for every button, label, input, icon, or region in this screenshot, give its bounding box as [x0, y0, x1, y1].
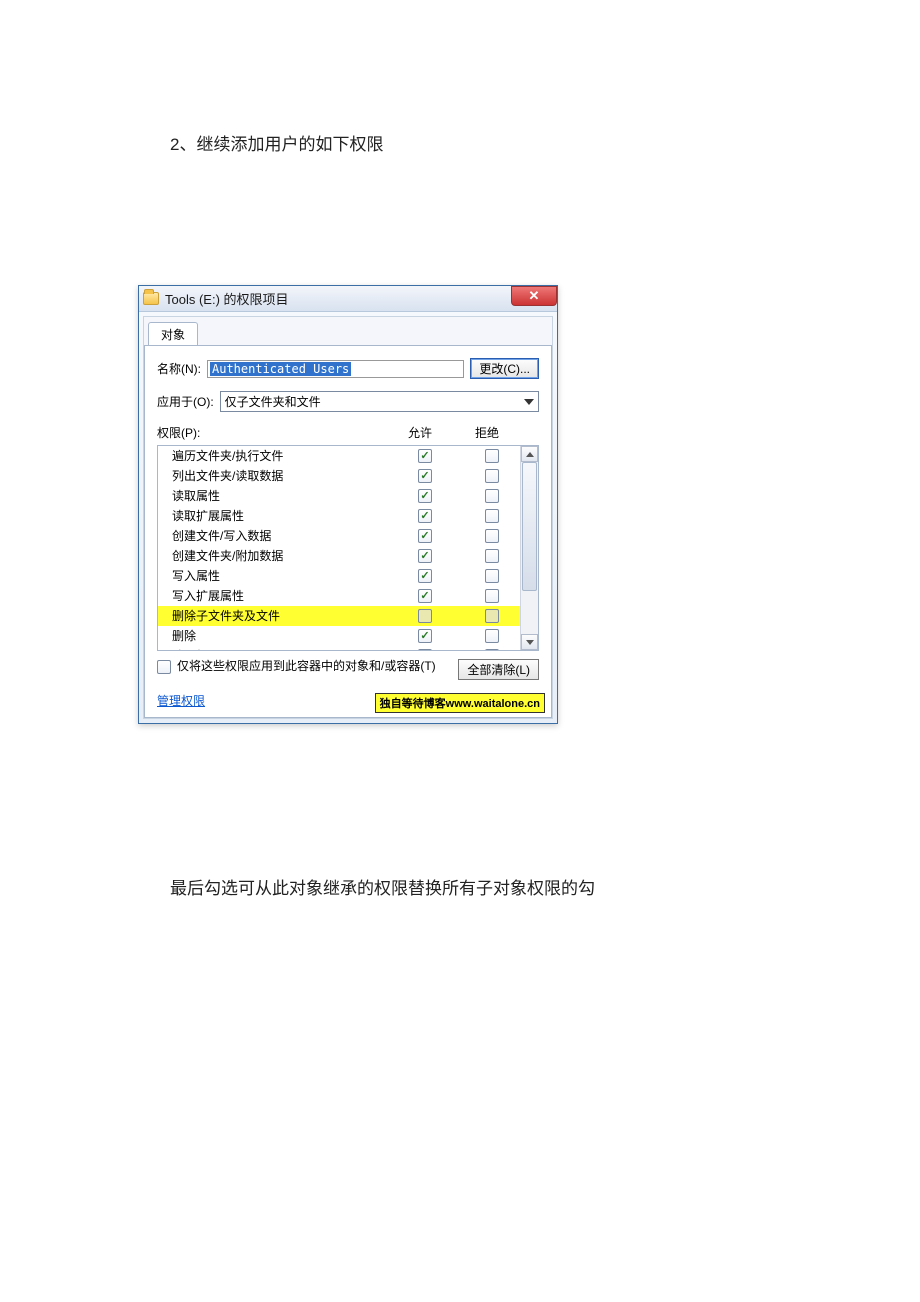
- name-value-selected: Authenticated Users: [210, 362, 351, 376]
- permission-name: 创建文件/写入数据: [172, 527, 386, 545]
- below-permissions-row: 仅将这些权限应用到此容器中的对象和/或容器(T) 全部清除(L): [157, 659, 539, 680]
- apply-to-row: 应用于(O): 仅子文件夹和文件: [157, 391, 539, 412]
- change-button[interactable]: 更改(C)...: [470, 358, 539, 379]
- deny-checkbox[interactable]: [485, 509, 499, 523]
- scrollbar[interactable]: [520, 446, 538, 650]
- column-deny: 拒绝: [459, 424, 515, 441]
- allow-checkbox[interactable]: [418, 569, 432, 583]
- column-allow: 允许: [381, 424, 459, 441]
- apply-only-label: 仅将这些权限应用到此容器中的对象和/或容器(T): [177, 659, 436, 673]
- permission-row: 读取扩展属性: [158, 506, 520, 526]
- deny-checkbox[interactable]: [485, 649, 499, 650]
- permissions-header: 权限(P): 允许 拒绝: [157, 424, 539, 443]
- name-row: 名称(N): Authenticated Users 更改(C)...: [157, 358, 539, 379]
- clear-all-button[interactable]: 全部清除(L): [458, 659, 539, 680]
- allow-checkbox[interactable]: [418, 609, 432, 623]
- permission-name: 遍历文件夹/执行文件: [172, 447, 386, 465]
- arrow-up-icon: [526, 452, 534, 457]
- permission-name: 列出文件夹/读取数据: [172, 467, 386, 485]
- allow-checkbox[interactable]: [418, 509, 432, 523]
- permission-row: 创建文件/写入数据: [158, 526, 520, 546]
- permission-name: 删除子文件夹及文件: [172, 607, 386, 625]
- permissions-label: 权限(P):: [157, 424, 381, 441]
- allow-checkbox[interactable]: [418, 469, 432, 483]
- arrow-down-icon: [526, 640, 534, 645]
- permission-row: 读取权限: [158, 646, 520, 650]
- instruction-step-text: 2、继续添加用户的如下权限: [170, 130, 920, 155]
- deny-checkbox[interactable]: [485, 529, 499, 543]
- scroll-up-button[interactable]: [521, 446, 538, 462]
- permission-name: 写入扩展属性: [172, 587, 386, 605]
- name-label: 名称(N):: [157, 360, 201, 377]
- allow-checkbox[interactable]: [418, 549, 432, 563]
- allow-checkbox[interactable]: [418, 589, 432, 603]
- allow-checkbox[interactable]: [418, 629, 432, 643]
- folder-icon: [143, 292, 159, 305]
- permission-row: 遍历文件夹/执行文件: [158, 446, 520, 466]
- allow-checkbox[interactable]: [418, 449, 432, 463]
- permission-row: 列出文件夹/读取数据: [158, 466, 520, 486]
- close-button[interactable]: ✕: [511, 286, 557, 306]
- permission-row: 创建文件夹/附加数据: [158, 546, 520, 566]
- permission-row: 删除子文件夹及文件: [158, 606, 520, 626]
- apply-only-checkbox-row[interactable]: 仅将这些权限应用到此容器中的对象和/或容器(T): [157, 659, 450, 674]
- permission-name: 创建文件夹/附加数据: [172, 547, 386, 565]
- permission-name: 读取扩展属性: [172, 507, 386, 525]
- watermark-badge: 独自等待博客www.waitalone.cn: [375, 693, 545, 713]
- permissions-listbox: 遍历文件夹/执行文件列出文件夹/读取数据读取属性读取扩展属性创建文件/写入数据创…: [157, 445, 539, 651]
- name-field[interactable]: Authenticated Users: [207, 360, 464, 378]
- deny-checkbox[interactable]: [485, 469, 499, 483]
- deny-checkbox[interactable]: [485, 609, 499, 623]
- apply-to-value: 仅子文件夹和文件: [225, 393, 321, 410]
- scroll-thumb[interactable]: [522, 462, 537, 591]
- allow-checkbox[interactable]: [418, 529, 432, 543]
- tab-content: 名称(N): Authenticated Users 更改(C)... 应用于(…: [144, 345, 552, 718]
- deny-checkbox[interactable]: [485, 629, 499, 643]
- tab-strip: 对象: [144, 317, 552, 345]
- apply-to-label: 应用于(O):: [157, 393, 214, 410]
- permission-row: 读取属性: [158, 486, 520, 506]
- permission-entry-dialog: Tools (E:) 的权限项目 ✕ 对象 名称(N): Authenticat…: [138, 285, 558, 724]
- permission-row: 写入属性: [158, 566, 520, 586]
- scroll-track[interactable]: [521, 462, 538, 634]
- deny-checkbox[interactable]: [485, 489, 499, 503]
- scroll-down-button[interactable]: [521, 634, 538, 650]
- allow-checkbox[interactable]: [418, 649, 432, 650]
- deny-checkbox[interactable]: [485, 589, 499, 603]
- allow-checkbox[interactable]: [418, 489, 432, 503]
- permission-row: 删除: [158, 626, 520, 646]
- manage-permissions-link[interactable]: 管理权限: [157, 692, 205, 709]
- permission-name: 读取权限: [172, 647, 386, 650]
- dialog-titlebar[interactable]: Tools (E:) 的权限项目 ✕: [139, 286, 557, 312]
- permission-name: 读取属性: [172, 487, 386, 505]
- deny-checkbox[interactable]: [485, 449, 499, 463]
- instruction-final-text: 最后勾选可从此对象继承的权限替换所有子对象权限的勾: [170, 874, 920, 899]
- dialog-body: 对象 名称(N): Authenticated Users 更改(C)... 应…: [143, 316, 553, 719]
- tab-object[interactable]: 对象: [148, 322, 198, 346]
- permission-name: 删除: [172, 627, 386, 645]
- permission-name: 写入属性: [172, 567, 386, 585]
- apply-to-combobox[interactable]: 仅子文件夹和文件: [220, 391, 539, 412]
- deny-checkbox[interactable]: [485, 549, 499, 563]
- chevron-down-icon: [524, 399, 534, 405]
- dialog-title: Tools (E:) 的权限项目: [165, 289, 289, 308]
- permissions-list[interactable]: 遍历文件夹/执行文件列出文件夹/读取数据读取属性读取扩展属性创建文件/写入数据创…: [158, 446, 520, 650]
- permission-row: 写入扩展属性: [158, 586, 520, 606]
- apply-only-checkbox[interactable]: [157, 660, 171, 674]
- deny-checkbox[interactable]: [485, 569, 499, 583]
